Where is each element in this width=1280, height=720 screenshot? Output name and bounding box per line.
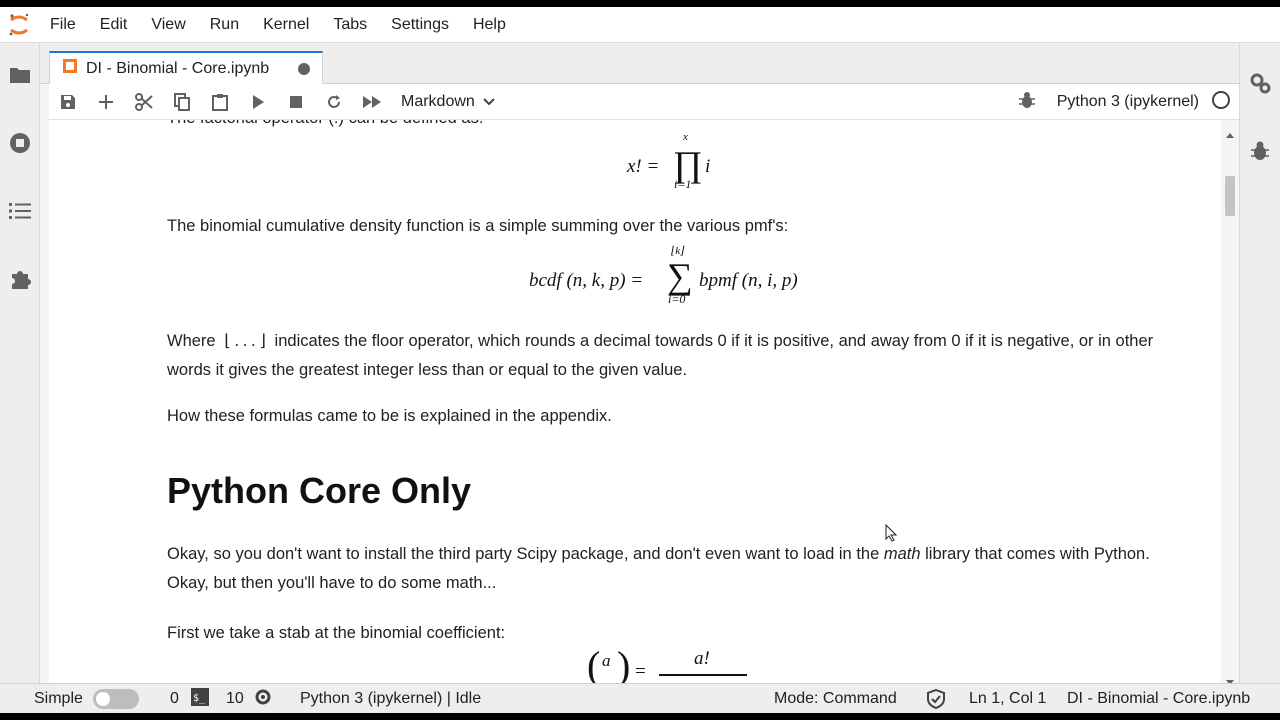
section-heading: Python Core Only	[167, 470, 472, 511]
scrollbar-thumb[interactable]	[1225, 176, 1235, 216]
notebook-mode-text: Mode: Command	[774, 690, 897, 707]
status-bar: Simple 0 $_ 10 Python 3 (ipykernel) | Id…	[0, 683, 1280, 713]
jupyter-logo-icon	[0, 7, 38, 43]
menu-view[interactable]: View	[139, 7, 197, 43]
terminal-icon: $_	[190, 687, 209, 711]
terminals-count-value: 0	[170, 690, 179, 707]
coef-numerator: a!	[694, 648, 710, 669]
menu-help[interactable]: Help	[461, 7, 518, 43]
clipped-text: The factorial operator (!) can be define…	[167, 120, 1187, 133]
factorial-prod-top: x	[683, 131, 688, 143]
folder-icon[interactable]	[8, 63, 32, 87]
cut-icon[interactable]	[125, 87, 163, 117]
cdf-sum-bottom: i=0	[668, 292, 686, 306]
unsaved-dot-icon[interactable]	[298, 63, 310, 75]
cell-type-dropdown[interactable]: Markdown	[401, 93, 495, 111]
core-text-pre: Okay, so you don't want to install the t…	[167, 545, 880, 563]
simple-mode-switch[interactable]	[92, 689, 139, 709]
fast-forward-icon[interactable]	[353, 87, 391, 117]
kernel-area: Python 3 (ipykernel)	[1018, 84, 1239, 120]
cdf-intro-text: The binomial cumulative density function…	[167, 217, 789, 235]
notebook-tab[interactable]: DI - Binomial - Core.ipynb	[49, 51, 323, 84]
left-paren: (	[587, 643, 601, 683]
scroll-up-icon[interactable]	[1226, 125, 1234, 143]
menu-kernel[interactable]: Kernel	[251, 7, 321, 43]
restart-icon[interactable]	[315, 87, 353, 117]
copy-icon[interactable]	[163, 87, 201, 117]
sum-symbol: ∑	[667, 256, 693, 296]
left-sidebar	[0, 43, 40, 683]
tab-bar: DI - Binomial - Core.ipynb	[40, 43, 1239, 84]
menu-settings[interactable]: Settings	[379, 7, 461, 43]
cursor-position[interactable]: Ln 1, Col 1	[969, 684, 1046, 713]
running-stop-icon[interactable]	[8, 131, 32, 155]
add-cell-icon[interactable]	[87, 87, 125, 117]
main-dock-area: DI - Binomial - Core.ipynb Markdown Pyth…	[40, 43, 1239, 685]
core-text-emphasis: math	[883, 545, 921, 563]
debugger-bug-icon[interactable]	[1248, 139, 1272, 163]
save-icon[interactable]	[49, 87, 87, 117]
floor-text-post: indicates the floor operator, which roun…	[167, 332, 1154, 379]
svg-text:$_: $_	[193, 693, 206, 704]
menu-tabs[interactable]: Tabs	[321, 7, 379, 43]
cell-type-value: Markdown	[401, 92, 475, 110]
right-sidebar	[1239, 43, 1280, 683]
notebook-panel[interactable]: The factorial operator (!) can be define…	[49, 120, 1221, 683]
current-file-name: DI - Binomial - Core.ipynb	[1067, 690, 1251, 707]
toc-list-icon[interactable]	[8, 199, 32, 223]
factorial-lhs: x! =	[627, 156, 660, 177]
simple-mode-toggle[interactable]: Simple	[34, 684, 139, 713]
factorial-prod-bottom: i=1	[674, 177, 692, 191]
trusted-shield-icon[interactable]	[926, 684, 946, 713]
coef-equals: =	[635, 661, 646, 682]
notebook-toolbar: Markdown Python 3 (ipykernel)	[49, 84, 1239, 120]
floor-explanation: Where ⌊ . . . ⌋ indicates the floor oper…	[167, 327, 1187, 384]
coef-top: a	[602, 651, 611, 670]
jupyterlab-window: File Edit View Run Kernel Tabs Settings …	[0, 7, 1280, 713]
menu-file[interactable]: File	[38, 7, 88, 43]
core-paragraph: Okay, so you don't want to install the t…	[167, 540, 1187, 597]
property-inspector-gears-icon[interactable]	[1248, 71, 1272, 95]
menu-run[interactable]: Run	[198, 7, 251, 43]
right-paren: )	[617, 643, 631, 683]
tab-title: DI - Binomial - Core.ipynb	[86, 59, 270, 77]
floor-text-pre: Where	[167, 332, 216, 350]
mouse-cursor-icon	[885, 523, 898, 547]
factorial-rhs: i	[705, 156, 711, 177]
kernels-count-value: 10	[226, 690, 244, 707]
notebook-scrollbar[interactable]	[1221, 120, 1239, 685]
floor-symbol: ⌊ . . . ⌋	[224, 331, 266, 350]
extension-puzzle-icon[interactable]	[8, 267, 32, 291]
kernel-gear-icon	[254, 688, 272, 711]
kernel-name[interactable]: Python 3 (ipykernel)	[1057, 93, 1199, 111]
kernel-status-text[interactable]: Python 3 (ipykernel) | Idle	[300, 684, 481, 713]
appendix-text: How these formulas came to be is explain…	[167, 407, 612, 425]
terminals-count[interactable]: 0 $_	[170, 684, 209, 713]
chevron-down-icon	[483, 93, 495, 111]
debugger-bug-icon[interactable]	[1018, 91, 1035, 114]
fraction-bar	[659, 674, 747, 676]
menu-bar: File Edit View Run Kernel Tabs Settings …	[0, 7, 1280, 43]
coef-intro-text: First we take a stab at the binomial coe…	[167, 624, 506, 642]
menu-edit[interactable]: Edit	[88, 7, 140, 43]
stop-icon[interactable]	[277, 87, 315, 117]
cdf-rhs: bpmf (n, i, p)	[699, 270, 798, 291]
run-icon[interactable]	[239, 87, 277, 117]
cdf-lhs: bcdf (n, k, p) =	[529, 270, 644, 291]
kernel-status-idle-icon	[1211, 90, 1231, 115]
paste-icon[interactable]	[201, 87, 239, 117]
simple-mode-label: Simple	[34, 690, 83, 707]
kernels-count[interactable]: 10	[226, 684, 272, 713]
notebook-file-icon	[62, 58, 78, 79]
